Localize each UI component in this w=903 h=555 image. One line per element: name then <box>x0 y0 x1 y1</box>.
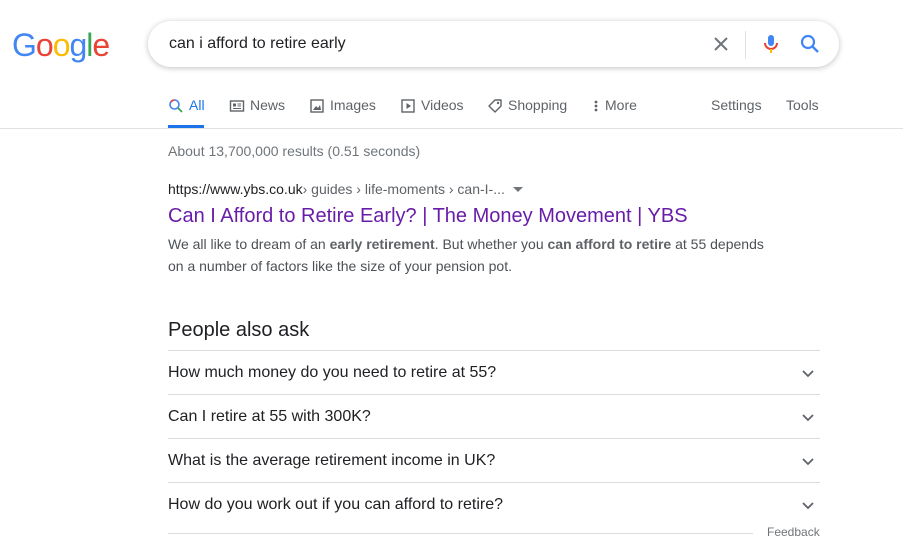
cite-domain: https://www.ybs.co.uk <box>168 181 303 197</box>
paa-question-text: How do you work out if you can afford to… <box>168 495 503 513</box>
logo-letter: o <box>52 27 71 63</box>
paa-question[interactable]: How much money do you need to retire at … <box>168 351 820 395</box>
cite-menu-arrow-icon[interactable] <box>512 186 523 192</box>
settings-link[interactable]: Settings <box>711 97 762 113</box>
snippet-text: . But whether you <box>434 236 548 252</box>
search-icon <box>800 34 819 53</box>
people-also-ask-heading: People also ask <box>168 319 310 341</box>
feedback-link[interactable]: Feedback <box>767 525 820 540</box>
feedback-divider <box>168 533 753 534</box>
clear-search-button[interactable] <box>709 32 733 56</box>
tab-label: Images <box>330 97 376 113</box>
cite-path: › guides › life-moments › can-I-... <box>302 181 505 197</box>
tab-label: More <box>605 97 637 113</box>
image-icon <box>310 99 324 113</box>
result-cite: https://www.ybs.co.uk › guides › life-mo… <box>168 180 523 198</box>
result-stats: About 13,700,000 results (0.51 seconds) <box>168 143 421 159</box>
snippet-highlight: early retirement <box>329 236 435 252</box>
close-icon <box>714 37 728 51</box>
logo-letter: e <box>92 27 110 63</box>
paa-question[interactable]: Can I retire at 55 with 300K? <box>168 395 820 439</box>
logo-letter: o <box>35 27 54 63</box>
tag-icon <box>488 99 502 113</box>
tab-images[interactable]: Images <box>309 97 376 129</box>
tab-news[interactable]: News <box>229 97 285 129</box>
paa-question[interactable]: How do you work out if you can afford to… <box>168 483 820 526</box>
paa-question-text: Can I retire at 55 with 300K? <box>168 407 371 425</box>
snippet-text: We all like to dream of an <box>168 236 330 252</box>
search-icon <box>169 99 183 113</box>
paa-question-text: What is the average retirement income in… <box>168 451 496 469</box>
tab-label: News <box>250 97 286 113</box>
chevron-down-icon <box>802 369 814 377</box>
logo-letter: g <box>69 27 87 63</box>
logo-letter: G <box>12 27 37 63</box>
snippet-highlight: can afford to retire <box>547 236 672 252</box>
search-divider <box>745 31 746 59</box>
search-button[interactable] <box>798 32 822 56</box>
voice-search-button[interactable] <box>759 32 783 56</box>
result-snippet: We all like to dream of an early retirem… <box>168 233 773 277</box>
paa-question-text: How much money do you need to retire at … <box>168 363 497 381</box>
chevron-down-icon <box>802 413 814 421</box>
video-icon <box>401 99 415 113</box>
people-also-ask-list: How much money do you need to retire at … <box>168 350 820 526</box>
tab-label: Shopping <box>508 97 568 113</box>
tab-label: All <box>189 97 205 113</box>
result-title-link[interactable]: Can I Afford to Retire Early? | The Mone… <box>168 203 688 229</box>
chevron-down-icon <box>802 501 814 509</box>
news-icon <box>229 100 245 112</box>
tab-more[interactable]: More <box>592 97 637 129</box>
more-vert-icon <box>594 100 598 112</box>
microphone-icon <box>764 35 778 53</box>
search-input[interactable] <box>169 21 689 67</box>
chevron-down-icon <box>802 457 814 465</box>
tab-shopping[interactable]: Shopping <box>487 97 567 129</box>
header-divider <box>0 128 903 129</box>
tab-label: Videos <box>421 97 464 113</box>
tab-videos[interactable]: Videos <box>400 97 464 129</box>
google-logo[interactable]: Google <box>12 26 110 64</box>
search-box <box>148 21 839 67</box>
tools-link[interactable]: Tools <box>786 97 819 113</box>
paa-question[interactable]: What is the average retirement income in… <box>168 439 820 483</box>
